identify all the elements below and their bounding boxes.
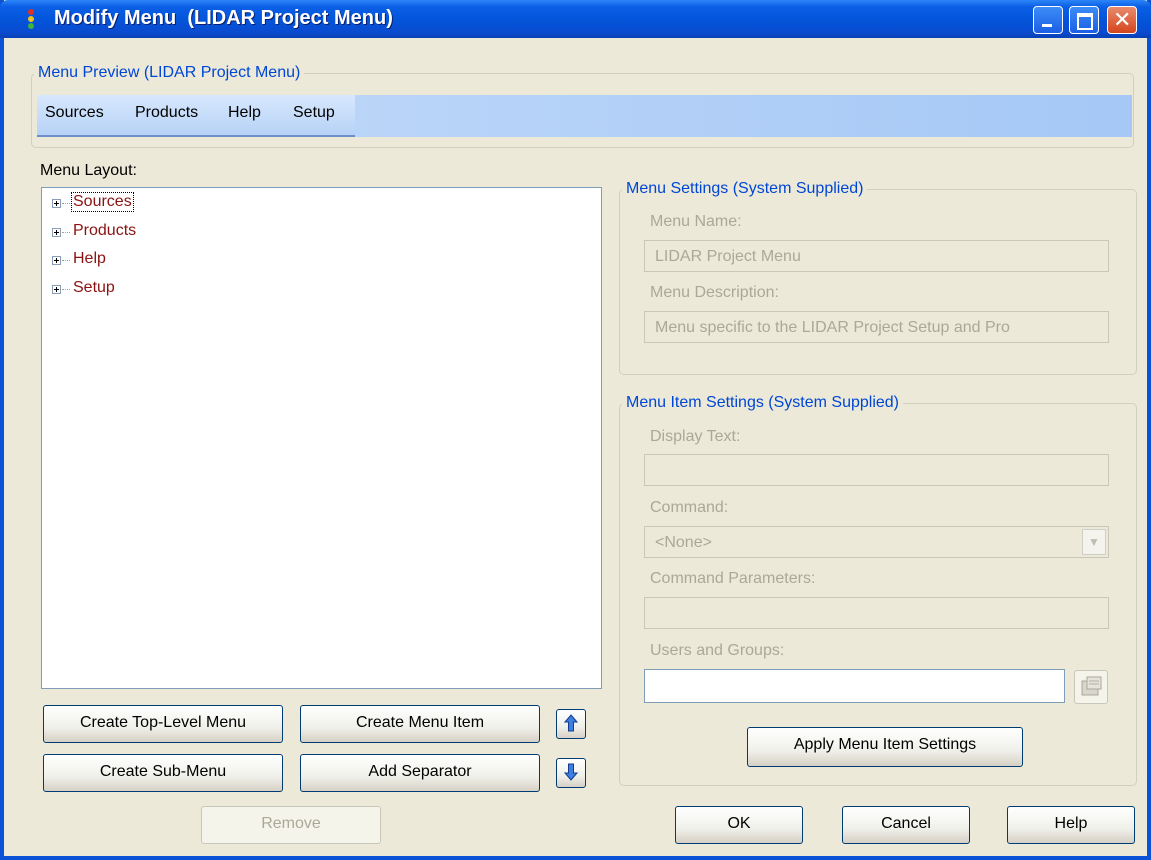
create-menu-item-button[interactable]: Create Menu Item <box>300 705 540 743</box>
create-top-level-menu-button[interactable]: Create Top-Level Menu <box>43 705 283 743</box>
maximize-button[interactable] <box>1069 6 1099 34</box>
move-up-button[interactable] <box>556 709 586 739</box>
remove-button[interactable]: Remove <box>201 806 381 844</box>
modify-menu-dialog: Modify Menu (LIDAR Project Menu) ✕ Menu … <box>0 0 1151 860</box>
arrow-down-icon <box>564 763 578 781</box>
users-and-groups-field[interactable] <box>644 669 1065 703</box>
command-label: Command: <box>650 499 729 516</box>
help-button[interactable]: Help <box>1007 806 1135 844</box>
chevron-down-icon[interactable]: ▼ <box>1082 529 1106 555</box>
display-text-label: Display Text: <box>650 428 741 445</box>
command-select[interactable]: <None> ▼ <box>644 526 1109 558</box>
menu-description-label: Menu Description: <box>650 284 779 301</box>
tree-connector <box>62 232 70 233</box>
tree-connector <box>62 203 70 204</box>
traffic-light-icon <box>28 9 36 29</box>
menu-settings-legend: Menu Settings (System Supplied) <box>626 180 864 197</box>
create-sub-menu-button[interactable]: Create Sub-Menu <box>43 754 283 792</box>
menu-name-field[interactable]: LIDAR Project Menu <box>644 240 1109 272</box>
command-parameters-field[interactable] <box>644 597 1109 629</box>
move-down-button[interactable] <box>556 758 586 788</box>
window-title: Modify Menu (LIDAR Project Menu) <box>54 7 393 29</box>
maximize-icon <box>1077 13 1093 30</box>
menu-layout-tree[interactable]: Sources Products Help Setup <box>41 187 602 689</box>
preview-menu-setup[interactable]: Setup <box>293 104 335 122</box>
menu-settings-group: Menu Settings (System Supplied) <box>619 180 1137 375</box>
close-icon: ✕ <box>1113 7 1132 32</box>
add-separator-button[interactable]: Add Separator <box>300 754 540 792</box>
tree-item-label[interactable]: Help <box>72 250 107 268</box>
tree-connector <box>62 260 70 261</box>
command-parameters-label: Command Parameters: <box>650 570 816 587</box>
menu-item-settings-legend: Menu Item Settings (System Supplied) <box>626 394 900 411</box>
minimize-button[interactable] <box>1033 6 1063 34</box>
display-text-field[interactable] <box>644 454 1109 486</box>
menu-name-label: Menu Name: <box>650 213 742 230</box>
menu-description-field[interactable]: Menu specific to the LIDAR Project Setup… <box>644 311 1109 343</box>
users-and-groups-label: Users and Groups: <box>650 642 785 659</box>
preview-menu-products[interactable]: Products <box>135 104 198 122</box>
close-button[interactable]: ✕ <box>1107 6 1137 34</box>
menu-preview-legend: Menu Preview (LIDAR Project Menu) <box>38 64 301 81</box>
tree-item-label[interactable]: Sources <box>71 192 134 212</box>
ok-button[interactable]: OK <box>675 806 803 844</box>
minimize-icon <box>1042 24 1052 27</box>
title-bar[interactable]: Modify Menu (LIDAR Project Menu) ✕ <box>0 0 1151 38</box>
tree-connector <box>62 289 70 290</box>
apply-menu-item-settings-button[interactable]: Apply Menu Item Settings <box>747 727 1023 767</box>
tree-item-label[interactable]: Products <box>72 222 137 240</box>
menu-layout-label: Menu Layout: <box>40 162 137 179</box>
expand-icon[interactable] <box>52 285 61 294</box>
arrow-up-icon <box>564 714 578 732</box>
expand-icon[interactable] <box>52 199 61 208</box>
command-select-value: <None> <box>655 534 712 551</box>
tree-item-label[interactable]: Setup <box>72 279 116 297</box>
properties-icon <box>1081 676 1102 696</box>
browse-users-button[interactable] <box>1074 670 1108 704</box>
preview-menu-sources[interactable]: Sources <box>45 104 104 122</box>
preview-menu-help[interactable]: Help <box>228 104 261 122</box>
expand-icon[interactable] <box>52 228 61 237</box>
expand-icon[interactable] <box>52 256 61 265</box>
cancel-button[interactable]: Cancel <box>842 806 970 844</box>
menu-preview-bar: Sources Products Help Setup <box>37 95 1132 137</box>
